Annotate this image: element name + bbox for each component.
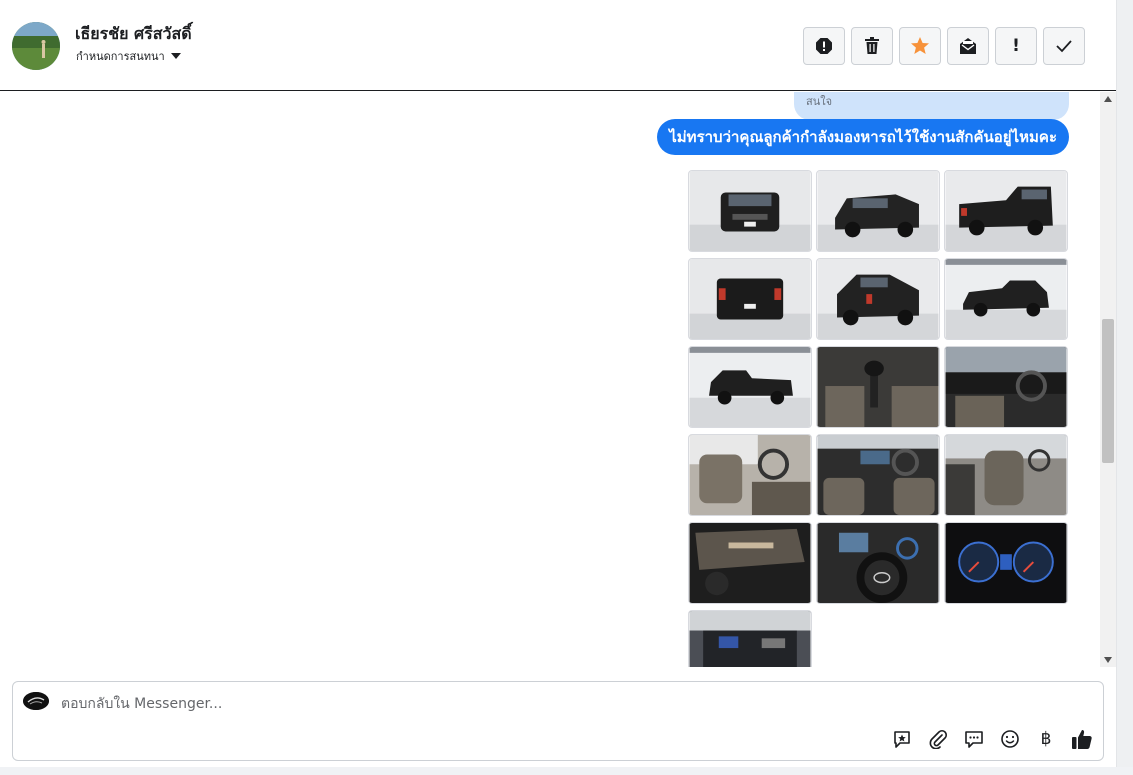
- page-avatar: [23, 692, 49, 710]
- conversation-header: เธียรชัย ศรีสวัสดิ์ กำหนดการสนทนา !: [0, 0, 1116, 91]
- follow-up-button[interactable]: !: [995, 27, 1037, 65]
- thumbs-up-icon: [1072, 730, 1092, 749]
- car-photo-driver-seat[interactable]: [688, 434, 812, 516]
- emoji-button[interactable]: [999, 728, 1021, 750]
- contact-name: เธียรชัย ศรีสวัสดิ์: [75, 24, 192, 43]
- car-photo-rear-quarter[interactable]: [816, 258, 940, 340]
- previous-message-text: สนใจ: [806, 95, 833, 108]
- car-photo-interior-front[interactable]: [816, 434, 940, 516]
- chat-templates-button[interactable]: [963, 728, 985, 750]
- chat-bubbles-icon: [965, 731, 983, 748]
- caret-down-icon: [170, 53, 181, 59]
- car-photo-door-panel[interactable]: [688, 522, 812, 604]
- report-button[interactable]: [803, 27, 845, 65]
- trash-icon: [865, 37, 879, 54]
- saved-reply-button[interactable]: [891, 728, 913, 750]
- car-photo-rear[interactable]: [688, 258, 812, 340]
- car-photo-front[interactable]: [688, 170, 812, 252]
- header-actions: !: [803, 27, 1085, 65]
- payment-button[interactable]: ฿: [1035, 728, 1057, 750]
- composer-tools: ฿: [891, 728, 1093, 750]
- mark-unread-button[interactable]: [947, 27, 989, 65]
- car-photo-steering-wheel[interactable]: [816, 522, 940, 604]
- reply-composer: ฿: [12, 681, 1104, 761]
- message-thread[interactable]: สนใจ ไม่ทราบว่าคุณลูกค้ากำลังมองหารถไว้ใ…: [0, 92, 1100, 667]
- car-photo-front-angle[interactable]: [816, 170, 940, 252]
- car-photo-gear-shift[interactable]: [816, 346, 940, 428]
- page-edge: [1116, 0, 1133, 775]
- scroll-thumb[interactable]: [1102, 319, 1114, 463]
- page-bottom-edge: [0, 767, 1133, 775]
- star-button[interactable]: [899, 27, 941, 65]
- car-photo-side-right[interactable]: [688, 346, 812, 428]
- avatar[interactable]: [12, 22, 60, 70]
- paperclip-icon: [929, 729, 948, 749]
- saved-reply-icon: [894, 731, 910, 748]
- scroll-down-arrow-icon[interactable]: [1104, 657, 1112, 663]
- thread-scrollbar[interactable]: [1100, 92, 1116, 667]
- scroll-up-arrow-icon[interactable]: [1104, 96, 1112, 102]
- car-photo-engine-bay[interactable]: [688, 610, 812, 667]
- outgoing-message-text: ไม่ทราบว่าคุณลูกค้ากำลังมองหารถไว้ใช้งาน…: [669, 128, 1057, 146]
- reply-input[interactable]: [61, 694, 861, 714]
- car-photo-dashboard[interactable]: [944, 346, 1068, 428]
- delete-button[interactable]: [851, 27, 893, 65]
- mark-unread-icon: [960, 38, 976, 54]
- car-photo-rear-angle[interactable]: [944, 170, 1068, 252]
- assign-label: กำหนดการสนทนา: [76, 50, 165, 63]
- report-icon: [816, 38, 832, 54]
- star-icon: [911, 37, 929, 54]
- inbox-conversation: เธียรชัย ศรีสวัสดิ์ กำหนดการสนทนา ! สนใจ…: [0, 0, 1133, 775]
- outgoing-message-bubble[interactable]: ไม่ทราบว่าคุณลูกค้ากำลังมองหารถไว้ใช้งาน…: [657, 119, 1069, 155]
- assign-conversation-dropdown[interactable]: กำหนดการสนทนา: [76, 47, 181, 65]
- exclamation-icon: !: [1012, 35, 1020, 56]
- previous-message-bubble: สนใจ: [794, 92, 1069, 120]
- like-button[interactable]: [1071, 728, 1093, 750]
- car-photo-side[interactable]: [944, 258, 1068, 340]
- mark-done-button[interactable]: [1043, 27, 1085, 65]
- attach-button[interactable]: [927, 728, 949, 750]
- car-photo-passenger-seat[interactable]: [944, 434, 1068, 516]
- car-photo-gauge-cluster[interactable]: [944, 522, 1068, 604]
- smiley-icon: [1001, 730, 1019, 748]
- check-icon: [1056, 40, 1072, 53]
- baht-icon: ฿: [1040, 729, 1052, 749]
